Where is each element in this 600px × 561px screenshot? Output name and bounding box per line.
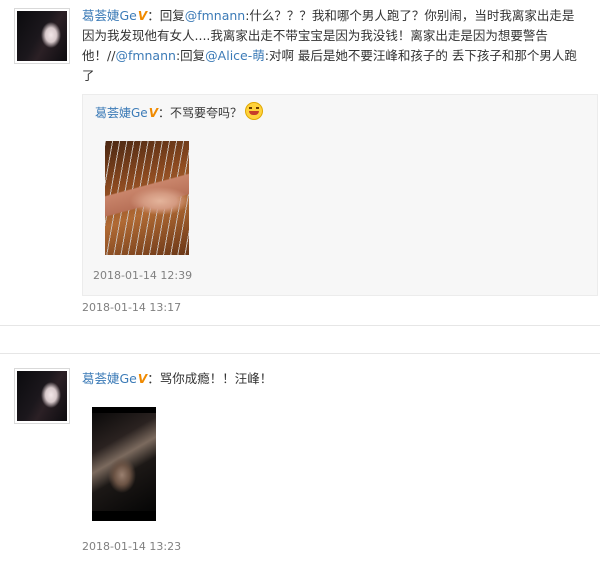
comment-body: 葛荟婕GeV：骂你成瘾！！汪峰！ (82, 369, 586, 389)
mention-link[interactable]: @Alice-萌 (205, 48, 265, 63)
repost-text: ：不骂要夸吗？ (157, 106, 242, 120)
repost-line: 葛荟婕GeV：不骂要夸吗？ (95, 102, 263, 123)
avatar[interactable] (14, 8, 70, 64)
comment-timestamp[interactable]: 2018-01-14 13:17 (82, 301, 181, 314)
divider (0, 353, 600, 354)
verified-badge-icon: V (148, 106, 158, 120)
attached-photo[interactable] (92, 407, 156, 521)
avatar[interactable] (14, 368, 70, 424)
username-link[interactable]: 葛荟婕Ge (82, 371, 137, 386)
comment-body: 葛荟婕GeV：回复@fmnann:什么？？？我和哪个男人跑了？你别闹，当时我离家… (82, 6, 586, 86)
divider (0, 325, 600, 326)
laughing-tears-emoji-icon (245, 102, 263, 120)
username-link[interactable]: 葛荟婕Ge (82, 8, 137, 23)
comment-post: 葛荟婕GeV：回复@fmnann:什么？？？我和哪个男人跑了？你别闹，当时我离家… (0, 0, 600, 325)
verified-badge-icon: V (137, 372, 148, 386)
avatar-image (17, 371, 67, 421)
comment-text: ：骂你成瘾！！汪峰！ (147, 371, 273, 386)
mention-link[interactable]: @fmnann (185, 8, 246, 23)
comment-timestamp[interactable]: 2018-01-14 13:23 (82, 540, 181, 553)
verified-badge-icon: V (137, 9, 148, 23)
repost-timestamp[interactable]: 2018-01-14 12:39 (93, 269, 192, 282)
text-segment: ：回复 (147, 8, 185, 23)
avatar-image (17, 11, 67, 61)
text-segment: :回复 (175, 48, 206, 63)
repost-username-link[interactable]: 葛荟婕Ge (95, 106, 148, 120)
comment-post: 葛荟婕GeV：骂你成瘾！！汪峰！ 2018-01-14 13:23 (0, 355, 600, 561)
mention-link[interactable]: @fmnann (115, 48, 176, 63)
attached-photo[interactable] (105, 141, 189, 255)
reposted-comment: 葛荟婕GeV：不骂要夸吗？ 2018-01-14 12:39 (82, 94, 598, 296)
comment-text: ：回复@fmnann:什么？？？我和哪个男人跑了？你别闹，当时我离家出走是因为我… (82, 8, 577, 83)
